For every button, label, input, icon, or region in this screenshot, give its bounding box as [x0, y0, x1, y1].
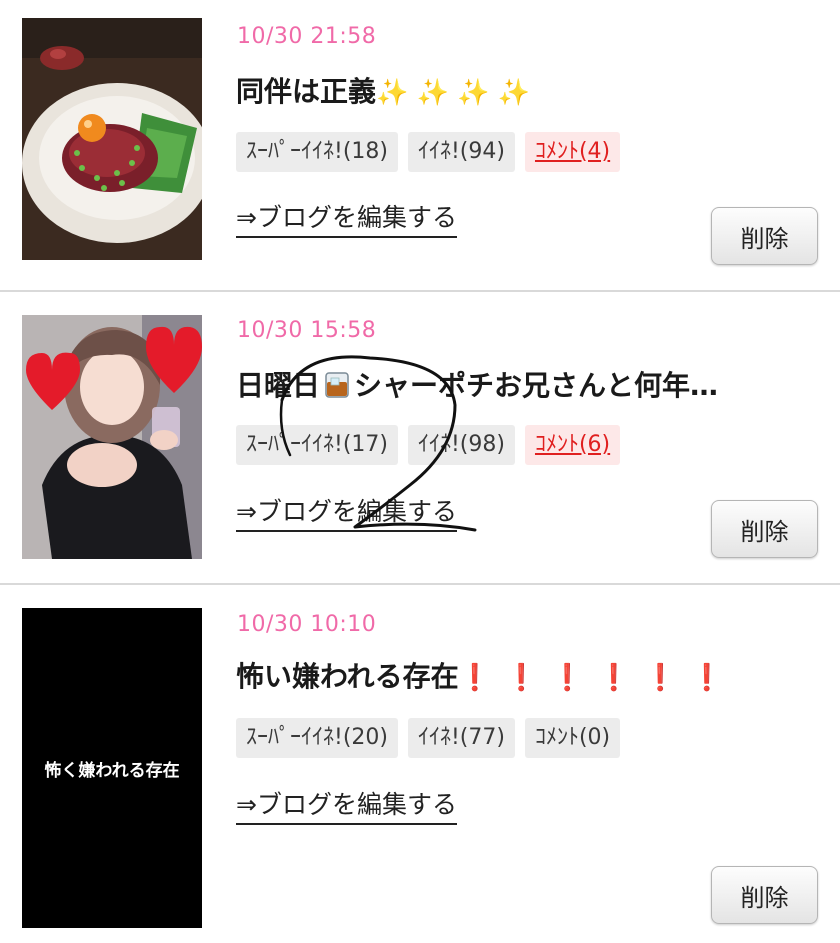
whiskey-glass-icon	[325, 372, 349, 398]
like-badge[interactable]: ｲｲﾈ!(77)	[407, 718, 515, 758]
blog-post-2: 10/30 15:58 日曜日 シャーポチお兄さんと何年… ｽｰﾊﾟｰｲｲﾈ!(1…	[0, 292, 840, 584]
super-like-badge[interactable]: ｽｰﾊﾟｰｲｲﾈ!(17)	[236, 425, 398, 465]
delete-button[interactable]: 削除	[711, 207, 818, 265]
post-thumbnail[interactable]	[22, 315, 202, 559]
like-badge[interactable]: ｲｲﾈ!(94)	[407, 132, 515, 172]
delete-button[interactable]: 削除	[711, 866, 818, 924]
post-thumbnail[interactable]	[22, 18, 202, 260]
like-badge[interactable]: ｲｲﾈ!(98)	[407, 425, 515, 465]
blog-post-3: 怖く嫌われる存在 10/30 10:10 怖い嫌われる存在❗❗❗❗❗❗ ｽｰﾊﾟ…	[0, 585, 840, 943]
sparkle-icon: ✨ ✨ ✨ ✨	[376, 78, 531, 108]
post-title-text: 怖い嫌われる存在	[236, 660, 459, 693]
post-title-text-start: 日曜日	[236, 369, 321, 402]
super-like-badge[interactable]: ｽｰﾊﾟｰｲｲﾈ!(18)	[236, 132, 398, 172]
thumbnail-caption: 怖く嫌われる存在	[44, 760, 180, 781]
exclamation-icon: ❗❗❗❗❗❗	[458, 663, 737, 693]
comment-link[interactable]: ｺﾒﾝﾄ(0)	[535, 725, 610, 750]
edit-blog-link[interactable]: ⇒ブログを編集する	[236, 492, 457, 532]
reaction-badges: ｽｰﾊﾟｰｲｲﾈ!(20) ｲｲﾈ!(77) ｺﾒﾝﾄ(0)	[236, 718, 621, 758]
comment-badge[interactable]: ｺﾒﾝﾄ(6)	[524, 425, 621, 465]
post-date: 10/30 21:58	[237, 24, 377, 49]
comment-link[interactable]: ｺﾒﾝﾄ(4)	[535, 139, 610, 164]
reaction-badges: ｽｰﾊﾟｰｲｲﾈ!(18) ｲｲﾈ!(94) ｺﾒﾝﾄ(4)	[236, 132, 621, 172]
reaction-badges: ｽｰﾊﾟｰｲｲﾈ!(17) ｲｲﾈ!(98) ｺﾒﾝﾄ(6)	[236, 425, 621, 465]
post-title[interactable]: 日曜日 シャーポチお兄さんと何年…	[236, 364, 826, 404]
edit-blog-link[interactable]: ⇒ブログを編集する	[236, 785, 457, 825]
post-date: 10/30 10:10	[237, 612, 377, 637]
super-like-badge[interactable]: ｽｰﾊﾟｰｲｲﾈ!(20)	[236, 718, 398, 758]
comment-badge[interactable]: ｺﾒﾝﾄ(0)	[524, 718, 621, 758]
comment-link[interactable]: ｺﾒﾝﾄ(6)	[535, 432, 610, 457]
delete-button[interactable]: 削除	[711, 500, 818, 558]
portrait-photo	[22, 315, 202, 559]
comment-badge[interactable]: ｺﾒﾝﾄ(4)	[524, 132, 621, 172]
edit-blog-link[interactable]: ⇒ブログを編集する	[236, 198, 457, 238]
post-title[interactable]: 同伴は正義✨ ✨ ✨ ✨	[236, 70, 826, 110]
post-thumbnail[interactable]: 怖く嫌われる存在	[22, 608, 202, 928]
food-photo	[22, 18, 202, 260]
post-title[interactable]: 怖い嫌われる存在❗❗❗❗❗❗	[236, 655, 826, 695]
post-title-text-end: シャーポチお兄さんと何年…	[354, 369, 719, 402]
post-date: 10/30 15:58	[237, 318, 377, 343]
post-title-text: 同伴は正義	[236, 75, 377, 108]
blog-post-1: 10/30 21:58 同伴は正義✨ ✨ ✨ ✨ ｽｰﾊﾟｰｲｲﾈ!(18) ｲ…	[0, 0, 840, 292]
